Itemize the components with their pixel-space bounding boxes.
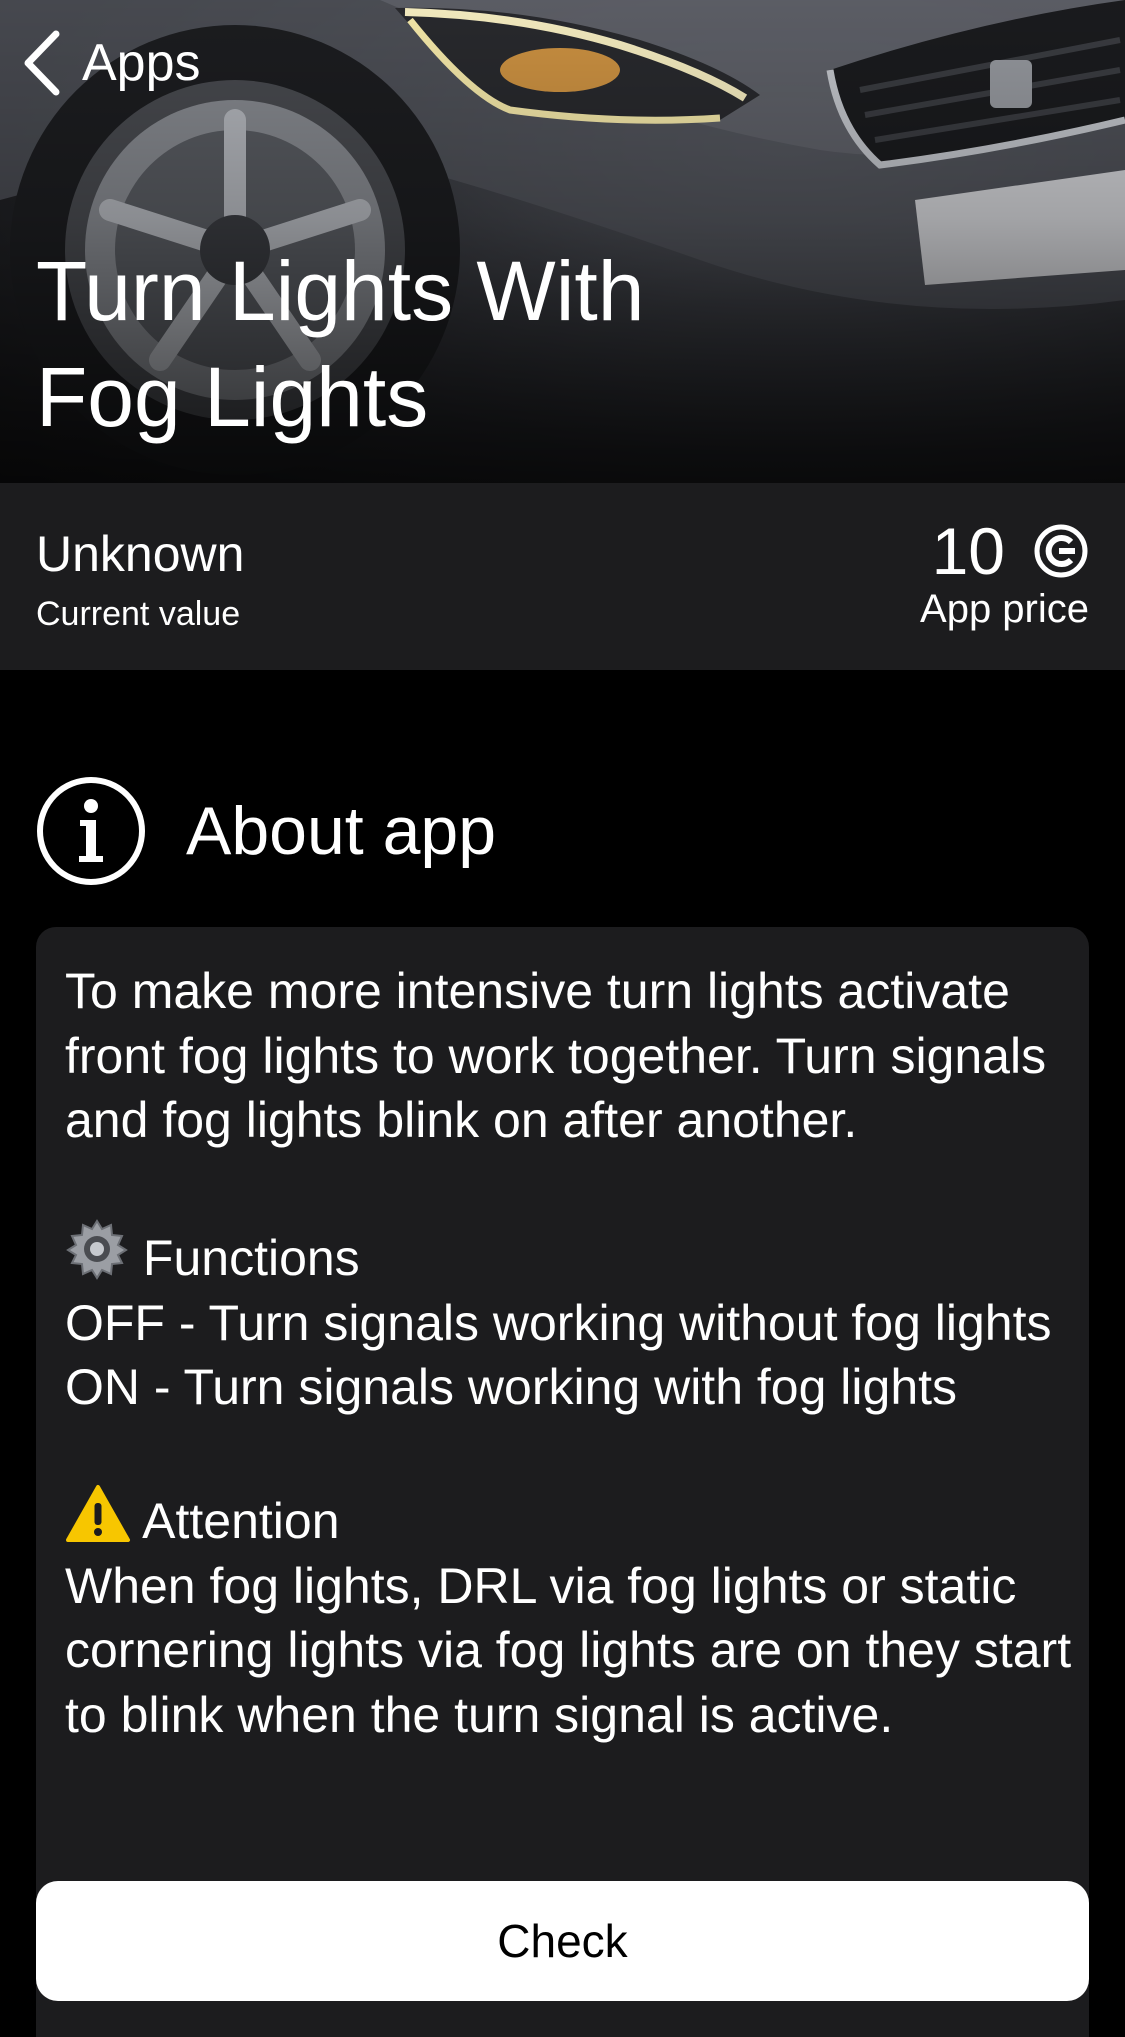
about-intro: To make more intensive turn lights activ… [65,963,1060,1148]
chevron-left-icon [24,30,60,96]
function-on: ON - Turn signals working with fog light… [65,1359,958,1415]
hero-banner: Apps Turn Lights With Fog Lights [0,0,1125,483]
about-description: To make more intensive turn lights activ… [65,959,1075,1747]
current-value-label: Current value [36,595,241,633]
check-button[interactable]: Check [36,1881,1089,2001]
gear-icon [66,1219,128,1280]
page-title: Turn Lights With Fog Lights [36,238,796,450]
coin-icon [1034,524,1088,578]
price-label: App price [920,587,1089,631]
warning-icon [66,1485,130,1542]
info-icon [37,777,145,885]
check-label: Check [497,1915,628,1967]
function-off: OFF - Turn signals working without fog l… [65,1294,1052,1351]
page-title-line1: Turn Lights With [36,244,645,338]
attention-text: When fog lights, DRL via fog lights or s… [65,1557,1085,1743]
back-label: Apps [82,34,201,92]
about-header: About app [36,776,496,886]
about-card: To make more intensive turn lights activ… [36,927,1089,2037]
back-button[interactable]: Apps [22,28,201,98]
current-value: Unknown [36,526,245,582]
attention-title: Attention [142,1493,340,1549]
app-price: 10 [932,513,1089,589]
functions-title: Functions [142,1230,360,1286]
page-title-line2: Fog Lights [36,350,429,444]
about-title: About app [186,793,497,869]
price-value: 10 [931,514,1005,588]
info-bar: Unknown Current value 10 App price [0,483,1125,670]
